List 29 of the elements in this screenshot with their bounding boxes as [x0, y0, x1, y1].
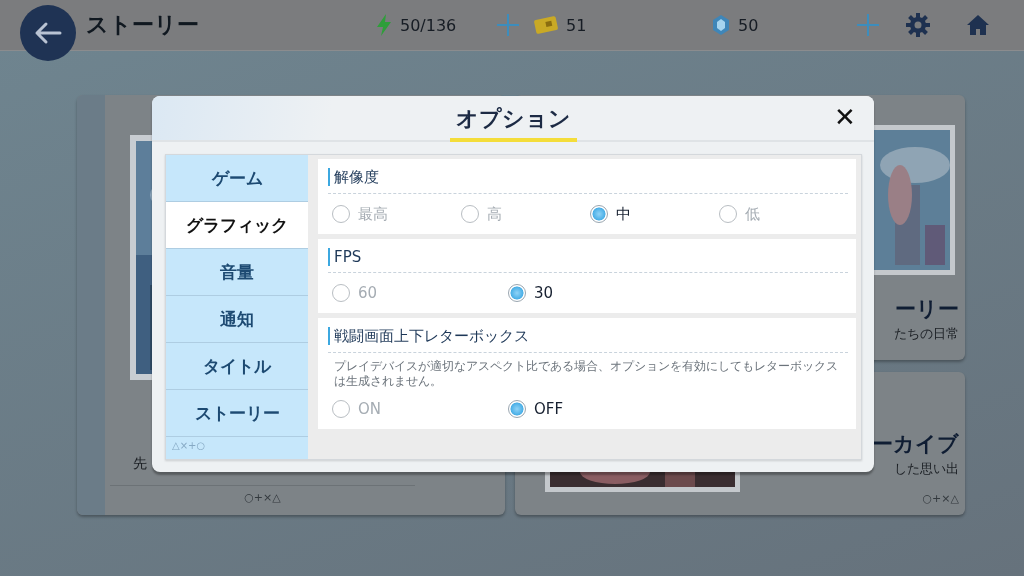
- radio-option[interactable]: 30: [508, 279, 684, 307]
- symbol-marks: ○+×△: [922, 492, 959, 505]
- page-title: ストーリー: [86, 11, 200, 39]
- home-icon[interactable]: [966, 14, 990, 36]
- menu-tab[interactable]: グラフィック: [166, 202, 308, 249]
- close-button[interactable]: ✕: [830, 102, 860, 132]
- section-title: FPS: [328, 248, 362, 266]
- crystal-icon: [712, 14, 730, 36]
- symbol-marks: ○+×△: [244, 491, 281, 504]
- lightning-icon: [376, 14, 392, 36]
- card-title: ーカイブ: [872, 431, 959, 458]
- card-subtitle: した思い出: [894, 460, 959, 478]
- card-subtitle: たちの日常: [894, 325, 959, 343]
- card-title: ーリー: [895, 296, 959, 323]
- radio-option[interactable]: OFF: [508, 395, 684, 423]
- left-arrow-icon: [33, 21, 63, 45]
- card-subtitle: 先: [133, 455, 147, 473]
- symbol-marks: △×+○: [172, 440, 206, 451]
- dialog-title: オプション: [449, 96, 577, 142]
- ticket-icon: [534, 16, 558, 34]
- resource-count: 50: [738, 15, 759, 35]
- resource-count: 50/136: [400, 15, 457, 35]
- section-description: プレイデバイスが適切なアスペクト比である場合、オプションを有効にしてもレターボックスは生成されません。: [334, 359, 839, 389]
- back-button[interactable]: [20, 5, 76, 61]
- section-title: 戦闘画面上下レターボックス: [328, 327, 529, 345]
- section-title: 解像度: [328, 168, 379, 186]
- radio-option[interactable]: 中: [590, 200, 719, 228]
- settings-icon[interactable]: [906, 13, 930, 37]
- resource-count: 51: [566, 15, 587, 35]
